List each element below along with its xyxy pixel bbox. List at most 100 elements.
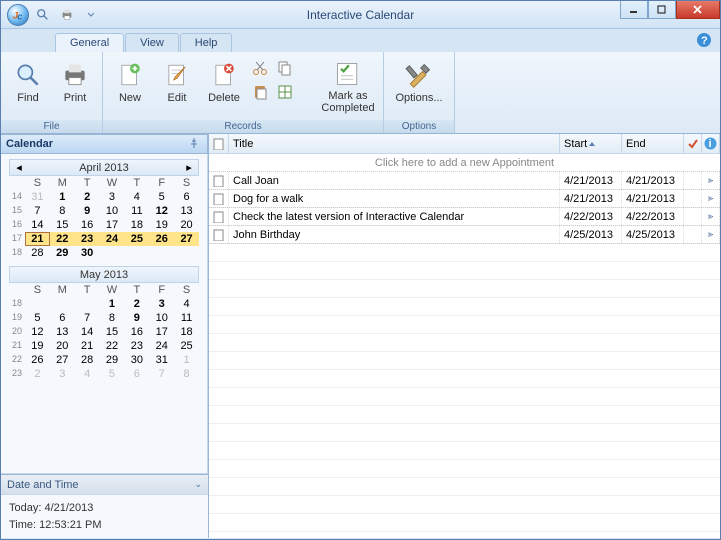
calendar-day[interactable]: 12 <box>149 204 174 218</box>
calendar-day[interactable]: 31 <box>25 190 50 204</box>
find-button[interactable]: Find <box>6 55 50 115</box>
calendar-day[interactable]: 25 <box>174 339 199 353</box>
col-end[interactable]: End <box>622 134 684 153</box>
calendar-day[interactable]: 18 <box>174 325 199 339</box>
calendar-day[interactable]: 22 <box>100 339 125 353</box>
maximize-button[interactable] <box>648 1 676 19</box>
tab-general[interactable]: General <box>55 33 124 52</box>
paste-button[interactable] <box>249 81 271 103</box>
calendar-day[interactable]: 20 <box>50 339 75 353</box>
calendar-day[interactable]: 23 <box>75 232 100 246</box>
calendar-day[interactable]: 14 <box>75 325 100 339</box>
calendar-day[interactable]: 3 <box>149 297 174 311</box>
options-button[interactable]: Options... <box>389 55 449 115</box>
row-completed[interactable] <box>684 226 702 243</box>
pin-icon[interactable] <box>188 137 202 151</box>
calendar-day[interactable]: 31 <box>149 353 174 367</box>
delete-button[interactable]: Delete <box>202 55 246 115</box>
help-icon[interactable]: ? <box>696 32 712 48</box>
calendar-day[interactable]: 4 <box>75 367 100 381</box>
calendar-day[interactable]: 5 <box>149 190 174 204</box>
col-start[interactable]: Start <box>560 134 622 153</box>
calendar-day[interactable]: 2 <box>25 367 50 381</box>
calendar-day[interactable]: 27 <box>174 232 199 246</box>
calendar-day[interactable]: 14 <box>25 218 50 232</box>
calendar-day[interactable]: 16 <box>124 325 149 339</box>
calendar-day[interactable]: 5 <box>25 311 50 325</box>
row-completed[interactable] <box>684 190 702 207</box>
collapse-icon[interactable]: ⌄ <box>194 480 202 489</box>
row-expand-icon[interactable]: ⪢ <box>702 208 720 225</box>
calendar-day[interactable]: 27 <box>50 353 75 367</box>
print-button[interactable]: Print <box>53 55 97 115</box>
col-type-icon[interactable] <box>209 134 229 153</box>
minicalendar-april[interactable]: ◂April 2013▸SMTWTFS143112345615789101112… <box>9 159 199 260</box>
calendar-day[interactable]: 6 <box>50 311 75 325</box>
appointment-grid[interactable]: Call Joan4/21/20134/21/2013⪢Dog for a wa… <box>209 172 720 538</box>
row-expand-icon[interactable]: ⪢ <box>702 190 720 207</box>
app-menu-button[interactable]: Jc <box>7 4 29 26</box>
qat-find-button[interactable] <box>33 5 53 25</box>
calendar-day[interactable]: 22 <box>50 232 75 246</box>
cut-button[interactable] <box>249 57 271 79</box>
calendar-day[interactable]: 19 <box>149 218 174 232</box>
prev-month-button[interactable]: ◂ <box>12 161 26 175</box>
calendar-day[interactable]: 6 <box>124 367 149 381</box>
calendar-day[interactable]: 1 <box>100 297 125 311</box>
col-info-icon[interactable]: i <box>702 134 720 153</box>
calendar-day[interactable]: 24 <box>100 232 125 246</box>
col-title[interactable]: Title <box>229 134 560 153</box>
calendar-day[interactable]: 23 <box>124 339 149 353</box>
tab-view[interactable]: View <box>125 33 179 52</box>
col-completed-icon[interactable] <box>684 134 702 153</box>
calendar-day[interactable]: 8 <box>174 367 199 381</box>
calendar-day[interactable]: 21 <box>25 232 50 246</box>
calendar-day[interactable]: 1 <box>50 190 75 204</box>
minicalendar-may[interactable]: May 2013SMTWTFS1812341956789101120121314… <box>9 266 199 381</box>
calendar-day[interactable]: 24 <box>149 339 174 353</box>
calendar-day[interactable]: 13 <box>50 325 75 339</box>
appointment-row[interactable]: Call Joan4/21/20134/21/2013⪢ <box>209 172 720 190</box>
calendar-day[interactable]: 3 <box>50 367 75 381</box>
calendar-day[interactable]: 7 <box>149 367 174 381</box>
calendar-day[interactable]: 5 <box>100 367 125 381</box>
calendar-day[interactable]: 28 <box>75 353 100 367</box>
calendar-day[interactable]: 19 <box>25 339 50 353</box>
copy-button[interactable] <box>274 57 296 79</box>
row-expand-icon[interactable]: ⪢ <box>702 172 720 189</box>
calendar-day[interactable]: 15 <box>100 325 125 339</box>
calendar-day[interactable]: 18 <box>124 218 149 232</box>
calendar-day[interactable]: 30 <box>75 246 100 260</box>
appointment-row[interactable]: Dog for a walk4/21/20134/21/2013⪢ <box>209 190 720 208</box>
calendar-day[interactable]: 16 <box>75 218 100 232</box>
tab-help[interactable]: Help <box>180 33 233 52</box>
calendar-day[interactable]: 9 <box>75 204 100 218</box>
calendar-day[interactable]: 4 <box>124 190 149 204</box>
qat-print-button[interactable] <box>57 5 77 25</box>
calendar-day[interactable]: 26 <box>149 232 174 246</box>
calendar-day[interactable]: 8 <box>100 311 125 325</box>
calendar-day[interactable]: 3 <box>100 190 125 204</box>
edit-button[interactable]: Edit <box>155 55 199 115</box>
add-appointment-row[interactable]: Click here to add a new Appointment <box>209 154 720 172</box>
calendar-day[interactable]: 17 <box>149 325 174 339</box>
calendar-day[interactable]: 26 <box>25 353 50 367</box>
calendar-day[interactable]: 9 <box>124 311 149 325</box>
calendar-day[interactable]: 13 <box>174 204 199 218</box>
calendar-day[interactable]: 2 <box>124 297 149 311</box>
calendar-day[interactable]: 10 <box>149 311 174 325</box>
calendar-day[interactable]: 20 <box>174 218 199 232</box>
close-button[interactable] <box>676 1 720 19</box>
appointment-row[interactable]: Check the latest version of Interactive … <box>209 208 720 226</box>
calendar-day[interactable]: 8 <box>50 204 75 218</box>
new-button[interactable]: New <box>108 55 152 115</box>
minimize-button[interactable] <box>620 1 648 19</box>
appointment-row[interactable]: John Birthday4/25/20134/25/2013⪢ <box>209 226 720 244</box>
calendar-day[interactable]: 6 <box>174 190 199 204</box>
calendar-day[interactable]: 11 <box>174 311 199 325</box>
calendar-day[interactable]: 29 <box>100 353 125 367</box>
calendar-day[interactable]: 11 <box>124 204 149 218</box>
calendar-day[interactable]: 2 <box>75 190 100 204</box>
calendar-day[interactable]: 15 <box>50 218 75 232</box>
calendar-day[interactable]: 12 <box>25 325 50 339</box>
